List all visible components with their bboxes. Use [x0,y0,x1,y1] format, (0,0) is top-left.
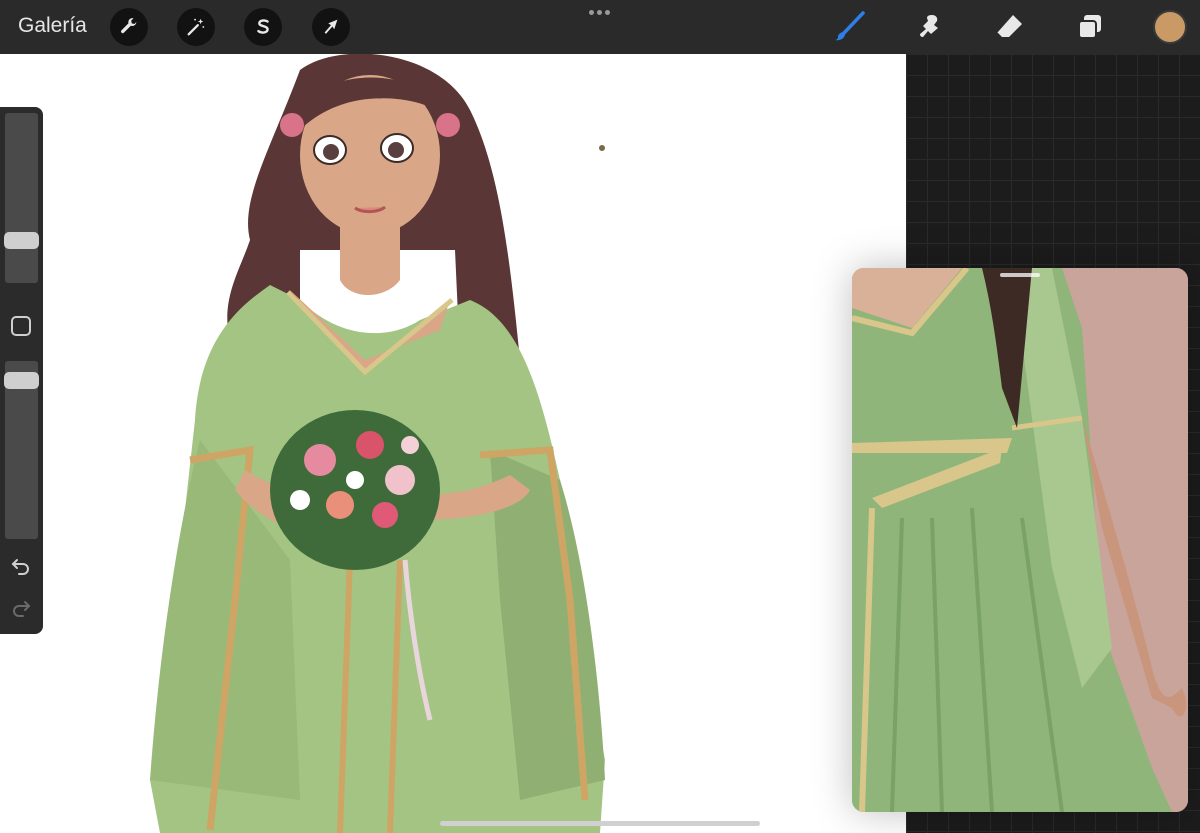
top-toolbar: Galería [0,0,1200,54]
selection-s-icon[interactable] [244,8,282,46]
reference-image-window[interactable] [852,268,1188,812]
reference-photo [852,268,1188,812]
brush-size-thumb[interactable] [4,232,39,250]
opacity-thumb[interactable] [4,372,39,390]
layers-icon[interactable] [1072,9,1108,45]
wrench-icon[interactable] [110,8,148,46]
transform-arrow-icon[interactable] [312,8,350,46]
more-options-icon[interactable] [589,10,610,15]
reference-drag-handle[interactable] [1000,273,1040,277]
drawing-canvas[interactable] [0,54,906,833]
undo-icon[interactable] [9,553,33,577]
redo-icon[interactable] [9,595,33,619]
left-sidebar [0,107,43,634]
brush-icon[interactable] [831,9,867,45]
eraser-icon[interactable] [992,9,1028,45]
procreate-app: Galería [0,0,1200,833]
gallery-button[interactable]: Galería [18,14,87,38]
magic-wand-icon[interactable] [177,8,215,46]
artwork-drawing [150,54,605,833]
modify-square-icon[interactable] [11,316,31,336]
smudge-icon[interactable] [912,9,948,45]
brush-size-slider[interactable] [4,113,39,283]
color-picker-swatch[interactable] [1153,10,1187,44]
home-indicator[interactable] [440,821,760,826]
opacity-slider[interactable] [4,361,39,539]
